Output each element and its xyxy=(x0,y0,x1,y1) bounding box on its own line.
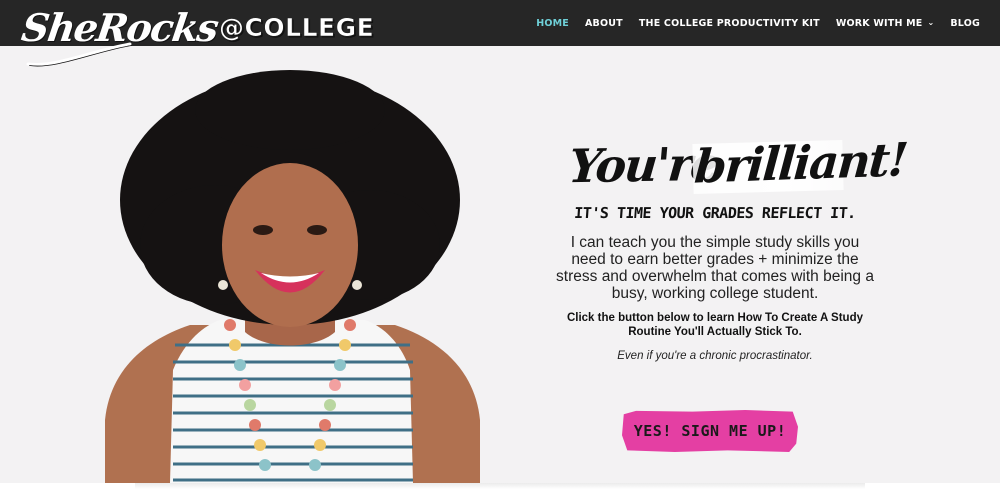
hero-body-text: I can teach you the simple study skills … xyxy=(556,234,874,302)
nav-productivity-kit[interactable]: THE COLLEGE PRODUCTIVITY KIT xyxy=(639,18,820,29)
hero-subhead: IT'S TIME YOUR GRADES REFLECT IT. xyxy=(573,204,857,222)
nav-home-label: HOME xyxy=(536,17,569,29)
sign-me-up-label: YES! SIGN ME UP! xyxy=(633,422,787,440)
nav-productivity-kit-label: THE COLLEGE PRODUCTIVITY KIT xyxy=(638,17,820,29)
nav-work-with-me-label: WORK WITH ME xyxy=(835,17,923,29)
divider-shadow xyxy=(135,483,865,489)
section-divider xyxy=(0,483,1000,498)
nav-home[interactable]: HOME xyxy=(536,18,569,29)
hero-portrait-image xyxy=(105,70,480,483)
site-logo[interactable]: SheRocks @COLLEGE xyxy=(19,5,374,67)
cta-note-text: Even if you're a chronic procrastinator. xyxy=(617,350,813,362)
nav-about[interactable]: ABOUT xyxy=(585,18,623,29)
cta-lead-text: Click the button below to learn How To C… xyxy=(566,312,864,338)
nav-work-with-me[interactable]: WORK WITH ME ⌄ xyxy=(836,18,935,29)
logo-college-text: @COLLEGE xyxy=(219,13,375,43)
nav-blog[interactable]: BLOG xyxy=(950,18,980,29)
headline-brilliant: brilliant! xyxy=(692,132,909,194)
nav-blog-label: BLOG xyxy=(950,17,980,29)
sign-me-up-button[interactable]: YES! SIGN ME UP! xyxy=(622,410,798,452)
logo-swoosh-icon xyxy=(26,42,132,67)
main-nav: HOME ABOUT THE COLLEGE PRODUCTIVITY KIT … xyxy=(536,0,980,46)
hero-copy: You're brilliant! IT'S TIME YOUR GRADES … xyxy=(555,130,908,362)
hero-headline: You're brilliant! xyxy=(555,130,908,194)
chevron-down-icon: ⌄ xyxy=(927,17,935,27)
nav-about-label: ABOUT xyxy=(585,17,623,29)
